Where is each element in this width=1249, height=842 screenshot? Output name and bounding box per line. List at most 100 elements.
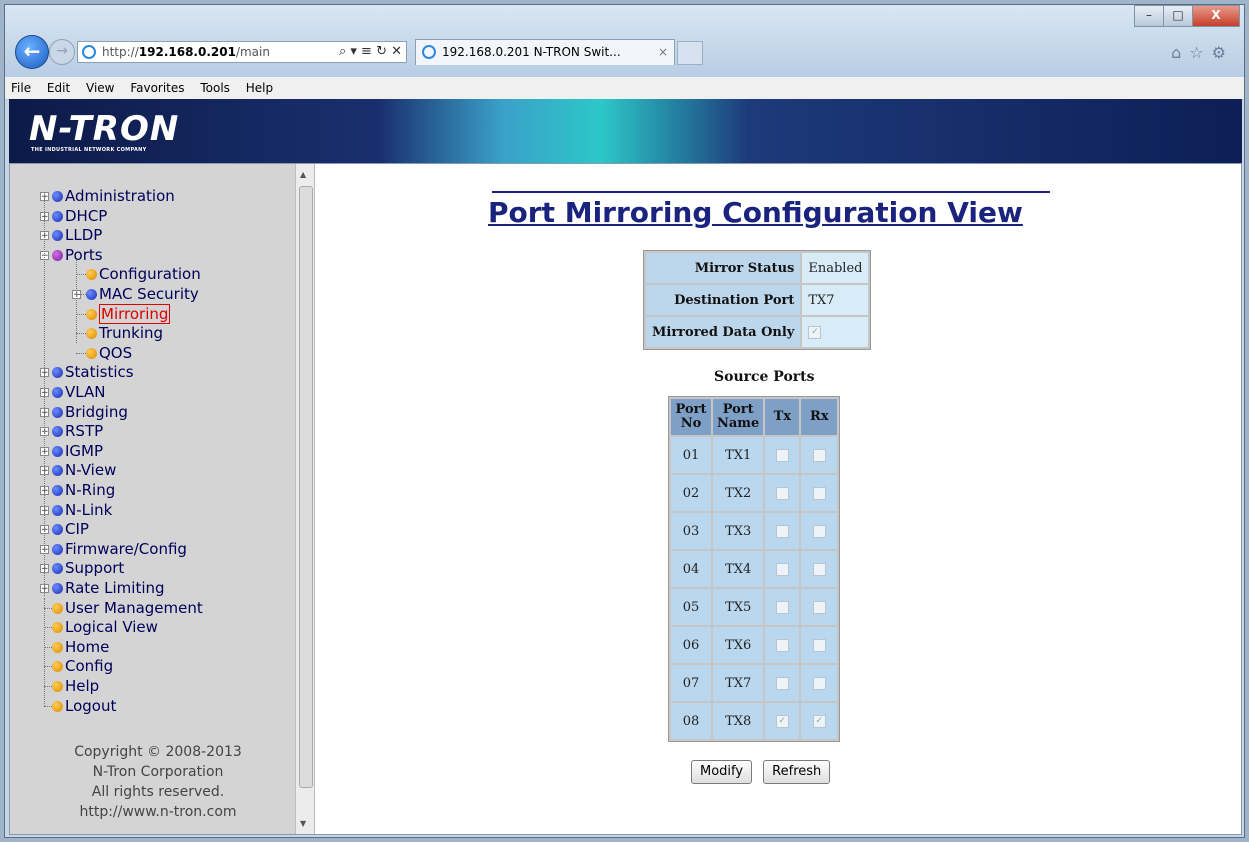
sidebar-scrollbar[interactable]: ▲ ▼ xyxy=(295,164,315,834)
menu-file[interactable]: File xyxy=(11,81,31,95)
sidebar-item-label: Logical View xyxy=(65,618,158,637)
scroll-up-icon[interactable]: ▲ xyxy=(300,170,306,179)
sidebar-item-label: Help xyxy=(65,677,100,695)
rx-checkbox xyxy=(812,524,826,538)
sidebar-item-vlan[interactable]: VLAN xyxy=(52,382,105,402)
menu-view[interactable]: View xyxy=(86,81,114,95)
sidebar-item-label: N-View xyxy=(65,461,117,480)
refresh-button[interactable]: Refresh xyxy=(763,760,831,784)
table-row: 03 TX3 xyxy=(671,513,838,549)
forward-arrow-icon[interactable]: → xyxy=(49,39,75,65)
bullet-icon xyxy=(52,622,63,634)
close-icon[interactable]: X xyxy=(1192,5,1240,27)
bullet-icon xyxy=(52,406,63,418)
bullet-icon xyxy=(86,328,97,340)
sidebar-item-label: Home xyxy=(65,637,110,656)
menu-edit[interactable]: Edit xyxy=(47,81,70,95)
port-name-cell: TX3 xyxy=(713,513,764,549)
sidebar-item-label: Support xyxy=(65,559,125,578)
tx-cell xyxy=(765,475,800,511)
sidebar-item-rstp[interactable]: RSTP xyxy=(52,421,103,441)
home-favorites-settings-icons[interactable]: ⌂☆⚙ xyxy=(1171,43,1234,62)
minimize-icon[interactable]: – xyxy=(1134,5,1164,27)
sidebar-item-administration[interactable]: Administration xyxy=(52,186,175,206)
sidebar-item-cip[interactable]: CIP xyxy=(52,519,89,539)
sidebar-item-home[interactable]: Home xyxy=(52,637,109,657)
sidebar-item-qos[interactable]: QOS xyxy=(86,343,132,363)
header-banner: N-TRON THE INDUSTRIAL NETWORK COMPANY xyxy=(9,99,1242,163)
new-tab-button[interactable] xyxy=(677,41,703,65)
modify-button[interactable]: Modify xyxy=(691,760,753,784)
bullet-icon xyxy=(52,465,63,477)
sidebar-item-mirroring[interactable]: Mirroring xyxy=(86,303,171,324)
scrollbar-thumb[interactable] xyxy=(299,186,313,788)
sidebar-item-configuration[interactable]: Configuration xyxy=(86,264,201,284)
mirror-status-table: Mirror Status Enabled Destination Port T… xyxy=(643,250,872,350)
sidebar-item-n-view[interactable]: N-View xyxy=(52,460,116,480)
tab-title: 192.168.0.201 N-TRON Swit... xyxy=(442,45,621,59)
tx-checkbox xyxy=(775,486,789,500)
mirror-status-label: Mirror Status xyxy=(646,253,801,283)
menu-help[interactable]: Help xyxy=(246,81,273,95)
tx-cell xyxy=(765,551,800,587)
menu-favorites[interactable]: Favorites xyxy=(130,81,184,95)
tree-line xyxy=(76,260,77,343)
bullet-icon xyxy=(86,289,97,300)
sidebar-item-label: Administration xyxy=(65,187,175,205)
sidebar-item-logout[interactable]: Logout xyxy=(52,696,116,716)
address-bar[interactable]: http://192.168.0.201/main ⌕ ▾ ≡ ↻ ✕ xyxy=(77,41,407,63)
sidebar-item-firmware-config[interactable]: Firmware/Config xyxy=(52,539,187,559)
table-row: 02 TX2 xyxy=(671,475,838,511)
sidebar-item-igmp[interactable]: IGMP xyxy=(52,441,103,461)
sidebar-item-logical-view[interactable]: Logical View xyxy=(52,617,158,637)
port-name-cell: TX1 xyxy=(713,437,764,473)
tree-line xyxy=(44,607,52,609)
col-port-name: Port Name xyxy=(713,399,764,435)
tab-close-icon[interactable]: × xyxy=(658,40,668,64)
sidebar-item-n-ring[interactable]: N-Ring xyxy=(52,480,115,500)
sidebar-item-dhcp[interactable]: DHCP xyxy=(52,206,107,226)
bullet-icon xyxy=(52,602,63,614)
port-no-cell: 08 xyxy=(671,703,711,739)
sidebar-item-bridging[interactable]: Bridging xyxy=(52,402,128,422)
sidebar-item-support[interactable]: Support xyxy=(52,558,124,578)
address-tools[interactable]: ⌕ ▾ ≡ ↻ ✕ xyxy=(339,42,402,62)
mirror-status-value: Enabled xyxy=(802,253,869,283)
sidebar: Administration + DHCP + LLDP + Ports − Configura… xyxy=(10,164,295,834)
port-no-cell: 03 xyxy=(671,513,711,549)
tree-line xyxy=(44,686,52,687)
bullet-icon xyxy=(52,210,63,222)
menu-tools[interactable]: Tools xyxy=(200,81,230,95)
sidebar-item-n-link[interactable]: N-Link xyxy=(52,500,112,520)
scroll-down-icon[interactable]: ▼ xyxy=(300,819,306,828)
browser-tab[interactable]: 192.168.0.201 N-TRON Swit... × xyxy=(415,39,675,65)
sidebar-item-lldp[interactable]: LLDP xyxy=(52,225,102,245)
tree-line xyxy=(76,274,86,276)
sidebar-item-help[interactable]: Help xyxy=(52,676,99,696)
sidebar-item-label: Configuration xyxy=(99,265,201,284)
sidebar-item-ports[interactable]: Ports xyxy=(52,245,103,265)
port-no-cell: 02 xyxy=(671,475,711,511)
bullet-icon xyxy=(52,367,63,379)
sidebar-item-statistics[interactable]: Statistics xyxy=(52,362,134,382)
sidebar-item-mac-security[interactable]: MAC Security xyxy=(86,284,199,304)
sidebar-item-label: QOS xyxy=(99,343,133,362)
bullet-icon xyxy=(52,700,63,712)
back-arrow-icon[interactable]: ← xyxy=(15,35,49,69)
maximize-icon[interactable]: □ xyxy=(1163,5,1193,27)
rx-cell xyxy=(801,589,838,625)
browser-toolbar: ← → http://192.168.0.201/main ⌕ ▾ ≡ ↻ ✕ … xyxy=(5,5,1244,77)
ie-icon xyxy=(82,45,96,59)
port-no-cell: 06 xyxy=(671,627,711,663)
sidebar-item-trunking[interactable]: Trunking xyxy=(86,323,163,343)
tree-line xyxy=(44,646,52,648)
sidebar-item-user-management[interactable]: User Management xyxy=(52,598,203,618)
table-header-row: Port No Port Name Tx Rx xyxy=(671,399,838,435)
bullet-icon xyxy=(52,681,63,692)
bullet-icon xyxy=(86,347,97,359)
bullet-icon xyxy=(52,426,63,438)
rx-checkbox: ✓ xyxy=(812,714,826,728)
sidebar-item-rate-limiting[interactable]: Rate Limiting xyxy=(52,578,165,598)
sidebar-item-config[interactable]: Config xyxy=(52,656,113,676)
content-frame: Administration + DHCP + LLDP + Ports − Configura… xyxy=(9,163,1242,835)
